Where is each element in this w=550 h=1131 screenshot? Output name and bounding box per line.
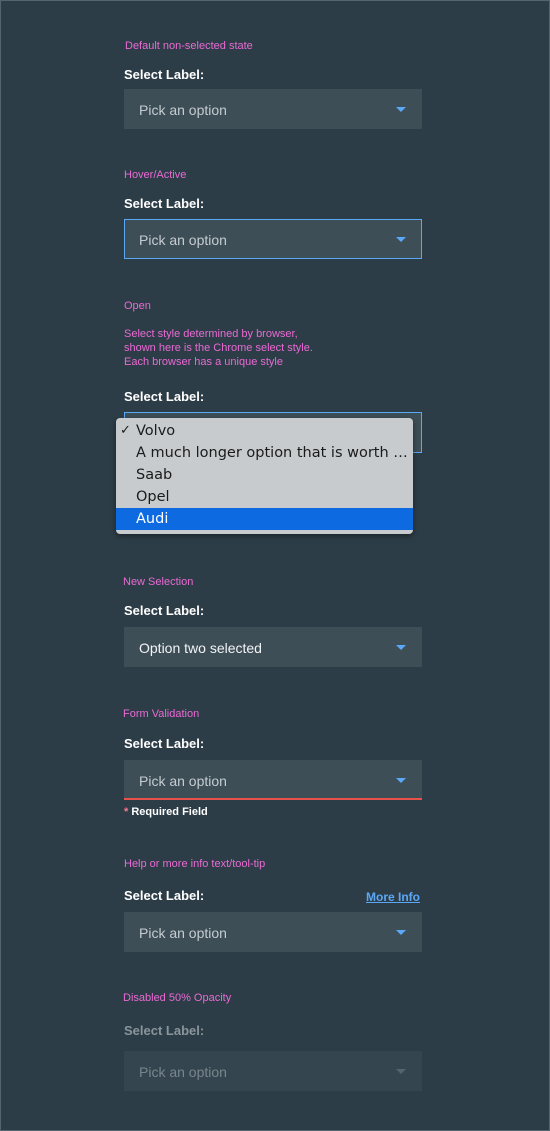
option-label: Volvo (136, 423, 176, 439)
select-hover[interactable]: Pick an option (124, 219, 422, 259)
select-label-disabled: Select Label: (124, 1023, 205, 1038)
select-value: Pick an option (139, 773, 227, 789)
dropdown-option-volvo[interactable]: ✓ Volvo (116, 420, 413, 442)
select-label-default: Select Label: (124, 67, 205, 82)
select-label-help: Select Label: (124, 888, 205, 903)
select-disabled: Pick an option (124, 1051, 422, 1091)
chevron-down-icon (396, 107, 406, 112)
select-help[interactable]: Pick an option (124, 912, 422, 952)
select-value: Option two selected (139, 640, 262, 656)
caption-hover: Hover/Active (124, 169, 187, 181)
required-asterisk: * (124, 806, 129, 818)
select-validation[interactable]: Pick an option (124, 760, 422, 800)
option-label: Opel (136, 489, 170, 505)
select-new-selection[interactable]: Option two selected (124, 627, 422, 667)
open-note-line-2: shown here is the Chrome select style. (124, 342, 313, 354)
dropdown-option-audi[interactable]: Audi (116, 508, 413, 530)
option-label: Audi (136, 511, 169, 527)
chevron-down-icon (396, 1069, 406, 1074)
dropdown-menu: ✓ Volvo A much longer option that is wor… (116, 418, 413, 534)
option-label: Saab (136, 467, 173, 483)
select-value: Pick an option (139, 232, 227, 248)
open-note-line-3: Each browser has a unique style (124, 356, 283, 368)
dropdown-option-opel[interactable]: Opel (116, 486, 413, 508)
check-icon: ✓ (120, 423, 131, 438)
select-value: Pick an option (139, 1064, 227, 1080)
select-value: Pick an option (139, 102, 227, 118)
required-field-text: Required Field (131, 806, 208, 818)
caption-new-selection: New Selection (123, 576, 194, 588)
select-label-new-selection: Select Label: (124, 603, 205, 618)
chevron-down-icon (396, 930, 406, 935)
more-info-link[interactable]: More Info (366, 890, 420, 904)
option-label: A much longer option that is worth havin… (136, 445, 413, 461)
dropdown-option-long[interactable]: A much longer option that is worth havin… (116, 442, 413, 464)
caption-open: Open (124, 300, 151, 312)
chevron-down-icon (396, 645, 406, 650)
chevron-down-icon (396, 237, 406, 242)
caption-help: Help or more info text/tool-tip (124, 858, 266, 870)
select-label-hover: Select Label: (124, 196, 205, 211)
select-value: Pick an option (139, 925, 227, 941)
dropdown-option-saab[interactable]: Saab (116, 464, 413, 486)
open-note-line-1: Select style determined by browser, (124, 328, 298, 340)
required-field-message: * Required Field (124, 806, 208, 818)
select-label-open: Select Label: (124, 389, 205, 404)
caption-validation: Form Validation (123, 708, 200, 720)
select-label-validation: Select Label: (124, 736, 205, 751)
caption-default: Default non-selected state (125, 40, 253, 52)
chevron-down-icon (396, 778, 406, 783)
caption-disabled: Disabled 50% Opacity (123, 992, 232, 1004)
select-default[interactable]: Pick an option (124, 89, 422, 129)
frame-border (0, 0, 550, 1131)
